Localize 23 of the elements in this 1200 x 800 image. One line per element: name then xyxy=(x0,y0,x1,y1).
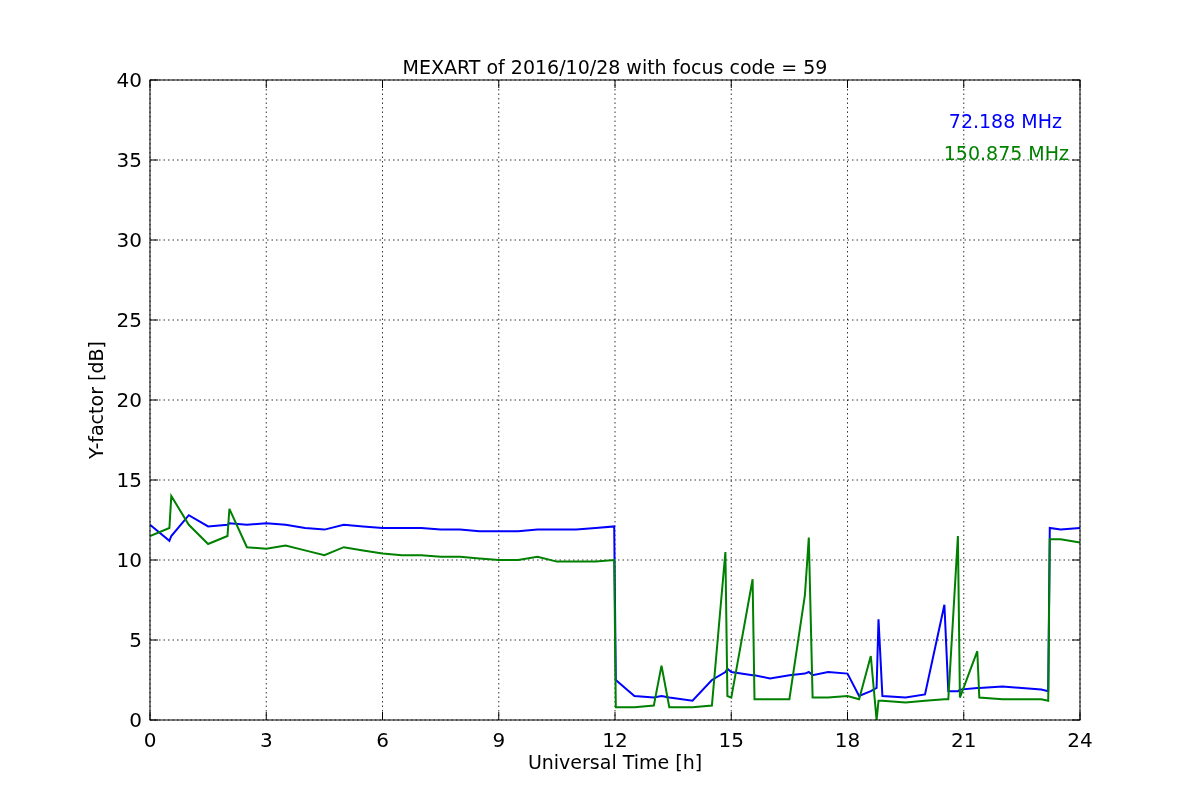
legend-label: 150.875 MHz xyxy=(943,142,1069,164)
x-tick-label: 9 xyxy=(492,728,506,752)
x-tick-label: 0 xyxy=(143,728,157,752)
x-tick-label: 6 xyxy=(376,728,389,752)
legend-label: 72.188 MHz xyxy=(948,110,1062,132)
chart-title: MEXART of 2016/10/28 with focus code = 59 xyxy=(402,56,828,78)
y-tick-label: 5 xyxy=(129,628,142,652)
y-tick-label: 15 xyxy=(116,468,142,492)
y-axis-label: Y-factor [dB] xyxy=(85,341,107,459)
x-tick-label: 21 xyxy=(951,728,977,752)
x-tick-label: 24 xyxy=(1067,728,1093,752)
x-tick-label: 3 xyxy=(259,728,273,752)
y-tick-label: 20 xyxy=(116,388,142,412)
y-tick-label: 0 xyxy=(129,708,142,732)
y-tick-label: 10 xyxy=(116,548,142,572)
x-tick-label: 12 xyxy=(602,728,628,752)
x-tick-label: 15 xyxy=(718,728,744,752)
y-tick-label: 40 xyxy=(116,68,142,92)
x-axis-label: Universal Time [h] xyxy=(527,751,703,773)
y-tick-label: 30 xyxy=(116,228,142,252)
y-tick-label: 35 xyxy=(116,148,142,172)
y-tick-label: 25 xyxy=(116,308,142,332)
x-tick-label: 18 xyxy=(834,728,861,752)
